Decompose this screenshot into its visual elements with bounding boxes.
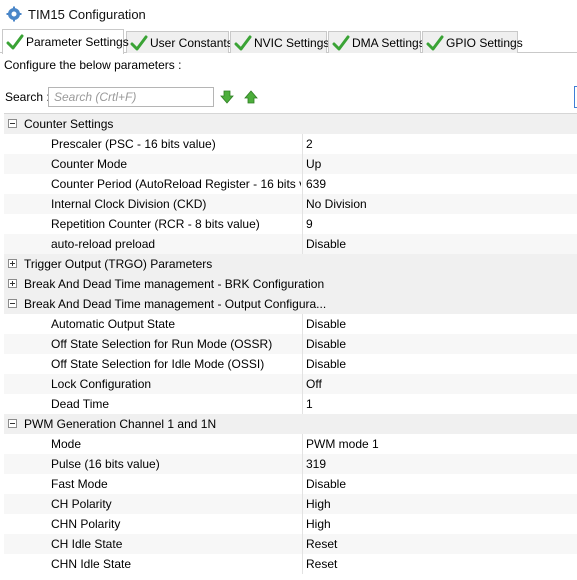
param-row[interactable]: Prescaler (PSC - 16 bits value) 2 — [4, 134, 577, 154]
group-label: Break And Dead Time management - BRK Con… — [24, 277, 325, 291]
param-name: CHN Idle State — [51, 557, 132, 571]
param-name: Internal Clock Division (CKD) — [51, 197, 207, 211]
green-check-icon — [426, 34, 444, 52]
tab-label: DMA Settings — [352, 35, 425, 50]
tab-user-constants[interactable]: User Constants — [126, 31, 233, 53]
param-row[interactable]: CH Idle State Reset — [4, 534, 577, 554]
param-value[interactable]: Off — [302, 374, 577, 394]
tab-label: GPIO Settings — [446, 35, 523, 50]
search-label: Search : — [5, 90, 50, 104]
group-brk-configuration[interactable]: Break And Dead Time management - BRK Con… — [4, 274, 577, 294]
configure-label: Configure the below parameters : — [4, 58, 182, 72]
param-value[interactable]: Disable — [302, 354, 577, 374]
param-value[interactable]: No Division — [302, 194, 577, 214]
green-check-icon — [6, 33, 24, 51]
green-check-icon — [130, 34, 148, 52]
param-row[interactable]: Mode PWM mode 1 — [4, 434, 577, 454]
expand-icon[interactable] — [8, 259, 17, 268]
param-value[interactable]: 319 — [302, 454, 577, 474]
param-row[interactable]: CH Polarity High — [4, 494, 577, 514]
param-name: Fast Mode — [51, 477, 108, 491]
tab-label: User Constants — [150, 35, 233, 50]
param-name: Counter Mode — [51, 157, 128, 171]
arrow-down-icon[interactable] — [219, 89, 235, 105]
arrow-up-icon[interactable] — [243, 89, 259, 105]
param-value[interactable]: Disable — [302, 334, 577, 354]
tab-dma-settings[interactable]: DMA Settings — [328, 31, 425, 53]
group-counter-settings[interactable]: Counter Settings — [4, 114, 577, 134]
green-check-icon — [234, 34, 252, 52]
param-value[interactable]: Reset — [302, 534, 577, 554]
tab-gpio-settings[interactable]: GPIO Settings — [422, 31, 523, 53]
gear-icon — [6, 6, 22, 22]
param-row[interactable]: Off State Selection for Run Mode (OSSR) … — [4, 334, 577, 354]
search-input[interactable] — [48, 87, 214, 107]
param-value[interactable]: High — [302, 514, 577, 534]
group-label: Break And Dead Time management - Output … — [24, 297, 327, 311]
group-pwm-generation[interactable]: PWM Generation Channel 1 and 1N — [4, 414, 577, 434]
param-value[interactable]: 1 — [302, 394, 577, 414]
param-value[interactable]: 639 — [302, 174, 577, 194]
parameter-tree: Counter Settings Prescaler (PSC - 16 bit… — [4, 113, 577, 574]
param-row[interactable]: Internal Clock Division (CKD) No Divisio… — [4, 194, 577, 214]
search-row: Search : — [0, 86, 577, 108]
param-name: Dead Time — [51, 397, 110, 411]
tab-bar: Parameter Settings User Constants NVIC S… — [0, 29, 577, 54]
param-name: Counter Period (AutoReload Register - 16… — [51, 177, 301, 191]
window-title: TIM15 Configuration — [28, 6, 146, 22]
group-label: Counter Settings — [24, 117, 114, 131]
param-name: Pulse (16 bits value) — [51, 457, 160, 471]
param-name: Repetition Counter (RCR - 8 bits value) — [51, 217, 260, 231]
param-name: Automatic Output State — [51, 317, 176, 331]
param-value[interactable]: PWM mode 1 — [302, 434, 577, 454]
group-label: Trigger Output (TRGO) Parameters — [24, 257, 213, 271]
param-name: Off State Selection for Run Mode (OSSR) — [51, 337, 273, 351]
param-row[interactable]: Automatic Output State Disable — [4, 314, 577, 334]
param-value[interactable]: Up — [302, 154, 577, 174]
param-row[interactable]: Counter Period (AutoReload Register - 16… — [4, 174, 577, 194]
param-name: Off State Selection for Idle Mode (OSSI) — [51, 357, 265, 371]
param-value[interactable]: Disable — [302, 234, 577, 254]
collapse-icon[interactable] — [8, 119, 17, 128]
green-check-icon — [332, 34, 350, 52]
param-name: Mode — [51, 437, 82, 451]
param-row[interactable]: Off State Selection for Idle Mode (OSSI)… — [4, 354, 577, 374]
param-value[interactable]: High — [302, 494, 577, 514]
param-value[interactable]: Disable — [302, 314, 577, 334]
tab-label: NVIC Settings — [254, 35, 330, 50]
param-value[interactable]: 9 — [302, 214, 577, 234]
collapse-icon[interactable] — [8, 419, 17, 428]
param-row[interactable]: Dead Time 1 — [4, 394, 577, 414]
param-row[interactable]: auto-reload preload Disable — [4, 234, 577, 254]
collapse-icon[interactable] — [8, 299, 17, 308]
param-name: CH Polarity — [51, 497, 112, 511]
group-label: PWM Generation Channel 1 and 1N — [24, 417, 217, 431]
param-row[interactable]: Lock Configuration Off — [4, 374, 577, 394]
param-name: Prescaler (PSC - 16 bits value) — [51, 137, 216, 151]
tab-nvic-settings[interactable]: NVIC Settings — [230, 31, 330, 53]
expand-icon[interactable] — [8, 279, 17, 288]
param-name: Lock Configuration — [51, 377, 152, 391]
param-row[interactable]: Repetition Counter (RCR - 8 bits value) … — [4, 214, 577, 234]
param-value[interactable]: Reset — [302, 554, 577, 574]
param-row[interactable]: CHN Polarity High — [4, 514, 577, 534]
tab-label: Parameter Settings — [26, 35, 129, 49]
param-name: CHN Polarity — [51, 517, 121, 531]
group-trigger-output[interactable]: Trigger Output (TRGO) Parameters — [4, 254, 577, 274]
param-value[interactable]: 2 — [302, 134, 577, 154]
param-row[interactable]: Counter Mode Up — [4, 154, 577, 174]
group-output-configuration[interactable]: Break And Dead Time management - Output … — [4, 294, 577, 314]
param-row[interactable]: CHN Idle State Reset — [4, 554, 577, 574]
param-row[interactable]: Pulse (16 bits value) 319 — [4, 454, 577, 474]
title-bar: TIM15 Configuration — [0, 0, 577, 28]
tab-parameter-settings[interactable]: Parameter Settings — [2, 29, 129, 54]
param-name: auto-reload preload — [51, 237, 156, 251]
param-value[interactable]: Disable — [302, 474, 577, 494]
param-name: CH Idle State — [51, 537, 123, 551]
param-row[interactable]: Fast Mode Disable — [4, 474, 577, 494]
